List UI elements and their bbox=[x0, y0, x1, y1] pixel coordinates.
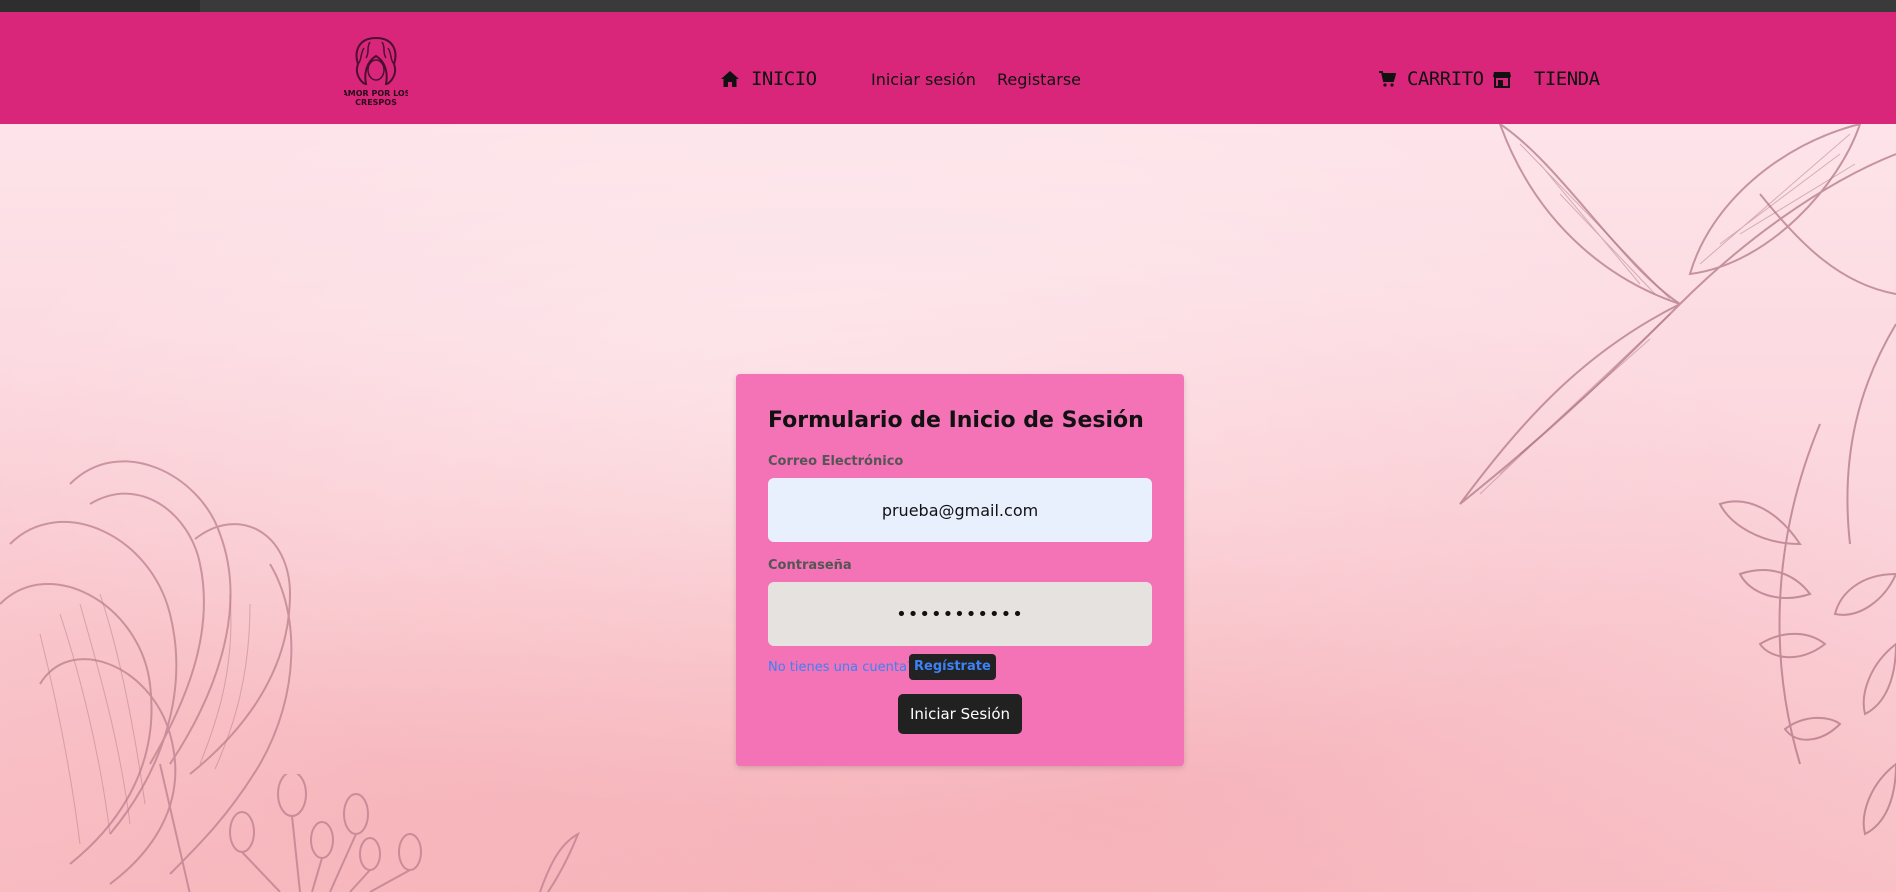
nav-register[interactable]: Registarse bbox=[997, 70, 1081, 89]
email-label: Correo Electrónico bbox=[768, 454, 904, 469]
home-icon bbox=[720, 68, 751, 90]
svg-text:AMOR POR LOS: AMOR POR LOS bbox=[344, 89, 408, 98]
password-label: Contraseña bbox=[768, 558, 852, 573]
leaves-decoration-right bbox=[1459, 124, 1896, 836]
register-link[interactable]: Regístrate bbox=[909, 654, 996, 680]
nav-store-label: TIENDA bbox=[1533, 68, 1600, 90]
leaf-decoration-bottom bbox=[539, 831, 580, 892]
email-field[interactable] bbox=[768, 478, 1152, 542]
nav-cart-label: CARRITO bbox=[1406, 68, 1484, 90]
nav-home[interactable]: INICIO bbox=[720, 68, 817, 90]
brand-logo[interactable]: AMOR POR LOS CRESPOS bbox=[342, 34, 411, 110]
store-icon bbox=[1492, 68, 1523, 90]
page-background: Formulario de Inicio de Sesión Correo El… bbox=[0, 124, 1896, 892]
password-field[interactable] bbox=[768, 582, 1152, 646]
nav-login[interactable]: Iniciar sesión bbox=[871, 70, 976, 89]
login-form-card: Formulario de Inicio de Sesión Correo El… bbox=[736, 374, 1184, 766]
login-submit-button[interactable]: Iniciar Sesión bbox=[898, 694, 1022, 734]
browser-top-strip bbox=[0, 0, 1896, 12]
cart-icon bbox=[1378, 68, 1407, 90]
buds-decoration-bottom bbox=[229, 774, 422, 892]
nav-home-label: INICIO bbox=[750, 68, 817, 90]
svg-text:CRESPOS: CRESPOS bbox=[355, 98, 397, 107]
navbar: AMOR POR LOS CRESPOS INICIO Iniciar sesi… bbox=[0, 12, 1896, 124]
nav-cart[interactable]: CARRITO bbox=[1378, 68, 1484, 90]
nav-store[interactable]: TIENDA bbox=[1492, 68, 1600, 90]
no-account-text: No tienes una cuenta? bbox=[768, 660, 914, 675]
form-title: Formulario de Inicio de Sesión bbox=[768, 408, 1144, 433]
